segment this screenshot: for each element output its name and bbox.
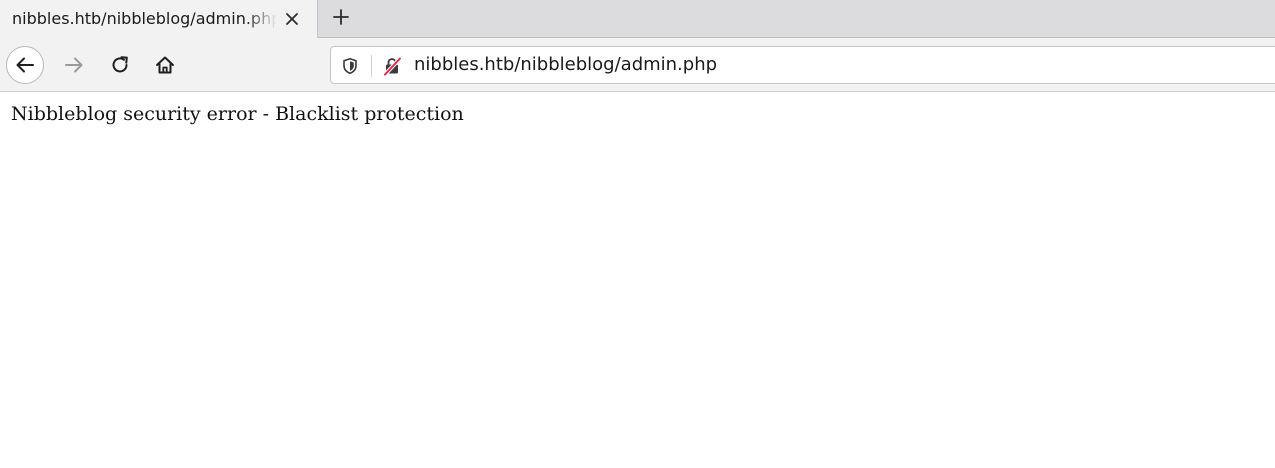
plus-icon xyxy=(332,8,350,26)
shield-icon xyxy=(341,57,359,75)
page-content: Nibbleblog security error - Blacklist pr… xyxy=(0,92,1275,468)
arrow-left-icon xyxy=(14,54,36,76)
new-tab-button[interactable] xyxy=(327,3,355,31)
close-icon xyxy=(285,12,299,26)
url-text[interactable]: nibbles.htb/nibbleblog/admin.php xyxy=(414,47,717,83)
back-button[interactable] xyxy=(6,46,44,84)
tab-strip: nibbles.htb/nibbleblog/admin.php xyxy=(0,0,1275,38)
nav-toolbar: nibbles.htb/nibbleblog/admin.php xyxy=(0,38,1275,92)
home-button[interactable] xyxy=(149,50,181,80)
home-icon xyxy=(154,54,176,76)
insecure-lock-icon xyxy=(382,56,402,76)
reload-button[interactable] xyxy=(104,50,136,80)
tracking-protection-button[interactable] xyxy=(339,55,361,77)
tab-close-button[interactable] xyxy=(280,7,304,31)
reload-icon xyxy=(109,54,131,76)
tab-title: nibbles.htb/nibbleblog/admin.php xyxy=(12,9,277,28)
site-identity-button[interactable] xyxy=(381,55,403,77)
arrow-right-icon xyxy=(63,54,85,76)
forward-button[interactable] xyxy=(58,50,90,80)
tab-active[interactable]: nibbles.htb/nibbleblog/admin.php xyxy=(0,0,318,38)
error-message: Nibbleblog security error - Blacklist pr… xyxy=(11,103,464,125)
url-separator xyxy=(371,55,372,77)
url-bar[interactable]: nibbles.htb/nibbleblog/admin.php xyxy=(330,46,1275,84)
